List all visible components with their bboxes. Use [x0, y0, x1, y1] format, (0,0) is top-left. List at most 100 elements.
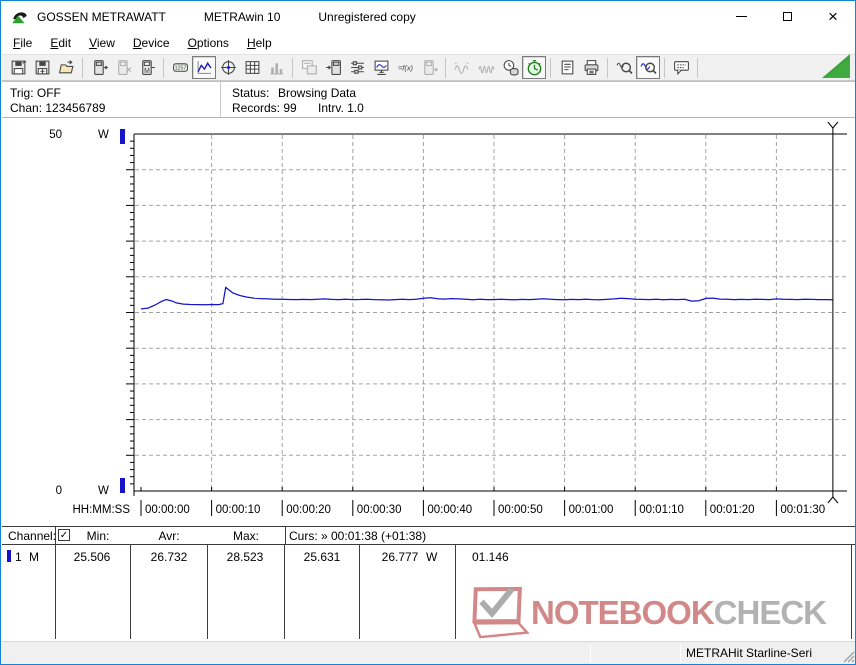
line-chart-icon — [197, 61, 211, 74]
menu-item-options[interactable]: Options — [179, 33, 238, 53]
clock-database-button[interactable] — [498, 56, 522, 79]
toolbar-separator — [664, 57, 665, 78]
menu-item-file[interactable]: File — [4, 33, 41, 53]
wave-fine-icon — [478, 65, 494, 74]
resize-grip[interactable] — [841, 649, 855, 663]
svg-text:50: 50 — [49, 129, 62, 141]
title-app-name: METRAwin 10 — [203, 9, 281, 24]
svg-text:00:01:20: 00:01:20 — [710, 504, 755, 516]
cell-cursor-b: 26.777 — [381, 550, 419, 564]
toolbar-separator — [163, 57, 164, 78]
title-license-note: Unregistered copy — [318, 9, 416, 24]
open-folder-button[interactable] — [54, 56, 78, 79]
interval-value: Intrv. 1.0 — [318, 101, 364, 115]
app-logo-icon — [12, 11, 27, 23]
print-preview-button[interactable] — [555, 56, 579, 79]
svg-text:0: 0 — [56, 485, 62, 497]
header-max: Max: — [232, 529, 260, 543]
close-button[interactable]: × — [810, 1, 855, 32]
channel-checkbox[interactable]: ✓ — [58, 529, 70, 541]
channel-color-marker — [7, 550, 11, 562]
zoom-window-icon — [640, 62, 657, 74]
menu-item-device[interactable]: Device — [124, 33, 179, 53]
menu-item-edit[interactable]: Edit — [41, 33, 80, 53]
table-view-button[interactable] — [240, 56, 264, 79]
title-bar: GOSSEN METRAWATT METRAwin 10 Unregistere… — [2, 1, 855, 32]
minimize-button[interactable] — [718, 1, 764, 32]
wave-fine-button — [474, 56, 498, 79]
lcd-display-button[interactable]: 1257 — [168, 56, 192, 79]
svg-text:00:01:30: 00:01:30 — [780, 504, 825, 516]
open-folder-icon — [58, 60, 74, 74]
power-chart[interactable]: 00:00:00 00:00:10 00:00:20 00:00:30 00:00:40… — [2, 118, 856, 526]
status-value: Browsing Data — [278, 86, 357, 100]
window-export-button — [297, 56, 321, 79]
svg-text:HH:MM:SS: HH:MM:SS — [73, 504, 131, 516]
table-divider — [285, 527, 286, 545]
device-import-button[interactable] — [321, 56, 345, 79]
wave-coarse-button — [450, 56, 474, 79]
svg-text:W: W — [98, 129, 109, 141]
chart-area[interactable]: 00:00:00 00:00:10 00:00:20 00:00:30 00:00:40… — [2, 118, 856, 526]
save-disk-button[interactable] — [6, 56, 30, 79]
status-bar: METRAHit Starline-Seri — [2, 641, 855, 664]
bar-graph-button — [264, 56, 288, 79]
cell-cursor-a: 25.631 — [303, 550, 341, 564]
table-divider — [55, 527, 56, 545]
menu-bar: File Edit View Device Options Help — [2, 32, 855, 54]
print-preview-icon — [561, 60, 573, 75]
device-read-button[interactable] — [87, 56, 111, 79]
maximize-button[interactable] — [764, 1, 810, 32]
table-divider — [455, 545, 456, 639]
close-icon: × — [828, 7, 838, 26]
crosshair-chart-icon — [220, 60, 236, 75]
svg-text:00:01:00: 00:01:00 — [569, 504, 614, 516]
channel-settings-icon — [350, 61, 364, 74]
svg-text:00:00:30: 00:00:30 — [357, 504, 402, 516]
window-export-icon — [301, 60, 317, 75]
comment-bubble-button[interactable] — [669, 56, 693, 79]
cell-avr: 26.732 — [150, 550, 188, 564]
measurement-table: Channel: ✓ Min: Avr: Max: Curs: » 00:01:… — [2, 526, 855, 641]
printer-button[interactable] — [579, 56, 603, 79]
save-channels-button[interactable] — [30, 56, 54, 79]
header-min: Min: — [86, 529, 110, 543]
channel-list: Chan: 123456789 — [10, 101, 106, 115]
toolbar-separator — [292, 57, 293, 78]
table-divider — [207, 545, 208, 639]
statusbar-divider — [590, 644, 591, 663]
zoom-window-button[interactable] — [636, 56, 660, 79]
cell-max: 28.523 — [226, 550, 264, 564]
statusbar-divider — [680, 644, 681, 663]
toolbar-separator — [550, 57, 551, 78]
zoom-out-button[interactable] — [612, 56, 636, 79]
menu-item-help[interactable]: Help — [238, 33, 281, 53]
formula-fx-icon: =f(x) — [397, 64, 413, 73]
zoom-out-icon — [616, 62, 633, 74]
corner-triangle-icon — [822, 54, 850, 78]
toolbar-separator — [607, 57, 608, 78]
save-channels-icon — [35, 60, 49, 75]
cell-unit: W — [426, 550, 438, 564]
monitor-button[interactable] — [369, 56, 393, 79]
svg-text:M: M — [144, 68, 150, 75]
cell-channel-number: 1 — [15, 550, 22, 564]
svg-text:00:01:10: 00:01:10 — [639, 504, 684, 516]
table-divider — [130, 545, 131, 639]
table-divider — [359, 545, 360, 639]
formula-fx-button[interactable]: =f(x) — [393, 56, 417, 79]
bar-graph-icon — [269, 63, 283, 75]
svg-text:00:00:40: 00:00:40 — [427, 504, 472, 516]
device-memory-button[interactable]: M — [135, 56, 159, 79]
svg-text:00:00:50: 00:00:50 — [498, 504, 543, 516]
line-chart-button[interactable] — [192, 56, 216, 79]
monitor-icon — [374, 60, 388, 75]
svg-text:00:00:10: 00:00:10 — [216, 504, 261, 516]
crosshair-chart-button[interactable] — [216, 56, 240, 79]
channel-settings-button[interactable] — [345, 56, 369, 79]
timer-green-button[interactable] — [522, 56, 546, 79]
header-cursor: Curs: » 00:01:38 (+01:38) — [289, 529, 427, 543]
device-read-icon — [93, 60, 108, 75]
comment-bubble-icon — [673, 61, 689, 76]
menu-item-view[interactable]: View — [80, 33, 124, 53]
